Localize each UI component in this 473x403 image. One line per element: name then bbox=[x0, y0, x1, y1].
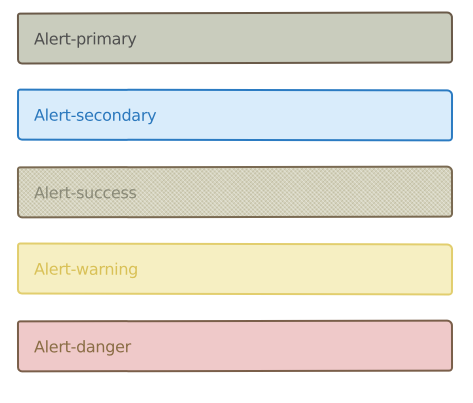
alerts-list: Alert-primary Alert-secondary Alert-succ… bbox=[0, 0, 473, 403]
alert-secondary: Alert-secondary bbox=[16, 88, 454, 142]
alert-success-text: Alert-success bbox=[33, 182, 137, 202]
alert-danger: Alert-danger bbox=[16, 319, 454, 373]
alert-warning-text: Alert-warning bbox=[33, 259, 139, 279]
alert-danger-text: Alert-danger bbox=[33, 336, 131, 356]
alert-secondary-text: Alert-secondary bbox=[33, 105, 157, 125]
alert-primary: Alert-primary bbox=[16, 11, 454, 65]
alert-success: Alert-success bbox=[16, 165, 454, 219]
alert-primary-text: Alert-primary bbox=[33, 28, 137, 49]
alert-warning: Alert-warning bbox=[16, 242, 454, 296]
